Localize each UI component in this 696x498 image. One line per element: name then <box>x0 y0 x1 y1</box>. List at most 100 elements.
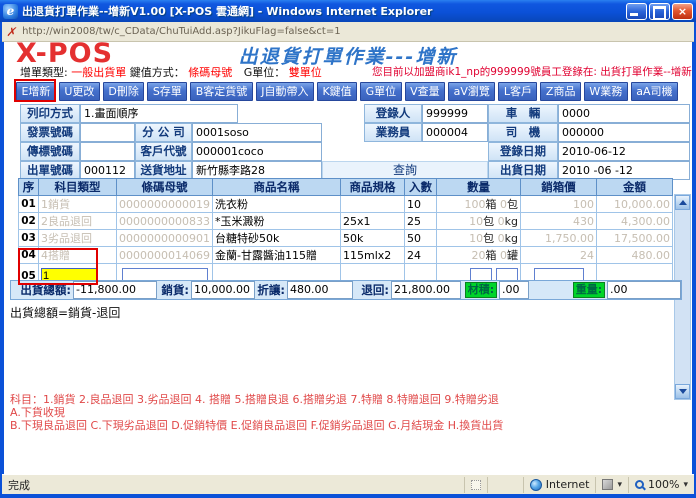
key-mode-value: 條碼母號 <box>188 66 232 79</box>
maximize-button[interactable] <box>649 3 670 20</box>
caret-down-icon: ▾ <box>683 480 688 490</box>
column-header: 商品規格 <box>341 179 405 196</box>
invoice-label: 發票號碼 <box>20 123 80 142</box>
cell-pack: 10 <box>405 196 437 213</box>
product-row[interactable]: 044搭贈0000000014069金蘭-甘露醬油115贈115mlx22420… <box>19 247 673 264</box>
salesman-label: 業務員 <box>364 123 422 142</box>
legend-line-3: B.下現良品退回 C.下現劣品退回 D.促銷特價 E.促銷良品退回 F.促銷劣品… <box>10 417 503 433</box>
unit-mode-value: 雙單位 <box>289 66 322 79</box>
sales-label: 銷貨: <box>157 282 189 298</box>
browser-window: e 出退貨打單作業--增新V1.00 [X-POS 雲通網] - Windows… <box>0 0 696 498</box>
reg-date-label: 登錄日期 <box>488 142 558 161</box>
volume-value: .00 <box>499 281 529 299</box>
qty-number: 0 <box>498 232 505 245</box>
invoice-field[interactable] <box>80 123 135 142</box>
qty-number: 10 <box>469 215 483 228</box>
column-header: 數量 <box>437 179 521 196</box>
branch-label: 分 公 司 <box>135 123 192 142</box>
minimize-button[interactable] <box>626 3 647 20</box>
branch-field[interactable]: 0001soso <box>192 123 322 142</box>
cell-name: *玉米澱粉 <box>213 213 341 230</box>
order-type-label: 增單類型: <box>20 66 68 79</box>
toolbar-button-12[interactable]: Z商品 <box>540 82 581 101</box>
toolbar-button-4[interactable]: S存單 <box>147 82 187 101</box>
toolbar-button-8[interactable]: G單位 <box>360 82 401 101</box>
zoom-control[interactable]: 100% ▾ <box>628 477 694 493</box>
items-table: 序科目類型條碼母號商品名稱商品規格入數數量銷箱價金額 011銷貨00000000… <box>18 178 673 288</box>
weight-value: .00 <box>607 281 681 299</box>
magnifier-icon <box>635 480 644 489</box>
url-text[interactable]: http://win2008/tw/c_CData/ChuTuiAdd.asp?… <box>22 26 341 37</box>
qty-number: 100 <box>465 198 486 211</box>
qty-number: 0 <box>500 249 507 262</box>
toolbar-button-13[interactable]: W業務 <box>584 82 628 101</box>
salesman-field[interactable]: 000004 <box>422 123 488 142</box>
status-zone: Internet <box>523 477 596 493</box>
product-row[interactable]: 011銷貨0000000000019洗衣粉10100箱 0包10010,000.… <box>19 196 673 213</box>
column-header: 入數 <box>405 179 437 196</box>
cell-spec: 50k <box>341 230 405 247</box>
toolbar: E增新U更改D刪除S存單B客定貨號J自動帶入K鍵值G單位V查量aV瀏覽L客戶Z商… <box>16 82 678 101</box>
order-type-value: 一般出貨單 <box>71 66 126 79</box>
toolbar-button-2[interactable]: U更改 <box>59 82 100 101</box>
return-label: 退回: <box>357 282 389 298</box>
cell-name: 台糖特砂50k <box>213 230 341 247</box>
print-mode-field[interactable]: 1.畫面順序 <box>80 104 238 123</box>
cell-seq: 01 <box>19 196 39 213</box>
toolbar-button-3[interactable]: D刪除 <box>103 82 144 101</box>
cell-type: 2良品退回 <box>39 213 117 230</box>
scroll-down-button[interactable] <box>675 384 690 399</box>
key-mode-label: 鍵值方式： <box>130 66 185 79</box>
arrow-down-icon <box>679 389 687 394</box>
cell-seq: 03 <box>19 230 39 247</box>
toolbar-button-14[interactable]: aA司機 <box>631 82 678 101</box>
registrant-label: 登錄人 <box>364 104 422 123</box>
cell-seq: 02 <box>19 213 39 230</box>
toolbar-button-10[interactable]: aV瀏覽 <box>448 82 495 101</box>
toolbar-button-5[interactable]: B客定貨號 <box>190 82 253 101</box>
return-value: 21,800.00 <box>391 281 461 299</box>
print-mode-label: 列印方式 <box>20 104 80 123</box>
ie-icon: e <box>3 4 18 19</box>
scroll-up-button[interactable] <box>675 195 690 210</box>
cell-pack: 50 <box>405 230 437 247</box>
column-header: 商品名稱 <box>213 179 341 196</box>
customer-label: 客戶代號 <box>135 142 192 161</box>
qty-unit: 箱 <box>486 198 501 211</box>
status-pane-misc <box>464 477 487 493</box>
toolbar-button-6[interactable]: J自動帶入 <box>256 82 314 101</box>
totals-formula: 出貨總額=銷貨-退回 <box>10 304 120 321</box>
reg-date-field[interactable]: 2010-06-12 <box>558 142 690 161</box>
product-row[interactable]: 022良品退回0000000000833*玉米澱粉25x12510包 0kg43… <box>19 213 673 230</box>
driver-field[interactable]: 000000 <box>558 123 690 142</box>
annotation-increase-button <box>14 79 56 102</box>
customer-field[interactable]: 000001coco <box>192 142 322 161</box>
arrow-up-icon <box>679 200 687 205</box>
close-button[interactable]: × <box>672 3 693 20</box>
qty-number: 0 <box>500 198 507 211</box>
cell-pack: 24 <box>405 247 437 264</box>
volume-label: 材積: <box>465 282 497 298</box>
table-header-row: 序科目類型條碼母號商品名稱商品規格入數數量銷箱價金額 <box>19 179 673 196</box>
product-row[interactable]: 033劣品退回0000000000901台糖特砂50k50k5010包 0kg1… <box>19 230 673 247</box>
title-bar: e 出退貨打單作業--增新V1.00 [X-POS 雲通網] - Windows… <box>0 0 696 22</box>
page-icon: ✗ <box>6 25 19 39</box>
toolbar-button-7[interactable]: K鍵值 <box>317 82 357 101</box>
cell-amount: 17,500.00 <box>597 230 673 247</box>
vehicle-field[interactable]: 0000 <box>558 104 690 123</box>
cell-amount: 480.00 <box>597 247 673 264</box>
driver-label: 司 機 <box>488 123 558 142</box>
toolbar-button-11[interactable]: L客戶 <box>498 82 537 101</box>
registrant-field[interactable]: 999999 <box>422 104 488 123</box>
qty-number: 0 <box>498 215 505 228</box>
qty-number: 20 <box>472 249 486 262</box>
column-header: 科目類型 <box>39 179 117 196</box>
toolbar-button-9[interactable]: V查量 <box>405 82 445 101</box>
cell-qty: 10包 0kg <box>437 213 521 230</box>
qty-unit: 罐 <box>507 249 518 262</box>
vehicle-label: 車 輛 <box>488 104 558 123</box>
cell-price: 100 <box>521 196 597 213</box>
label-number-field[interactable] <box>80 142 135 161</box>
protected-mode-pane[interactable]: ▾ <box>595 477 628 493</box>
window-title: 出退貨打單作業--增新V1.00 [X-POS 雲通網] - Windows I… <box>22 3 626 19</box>
